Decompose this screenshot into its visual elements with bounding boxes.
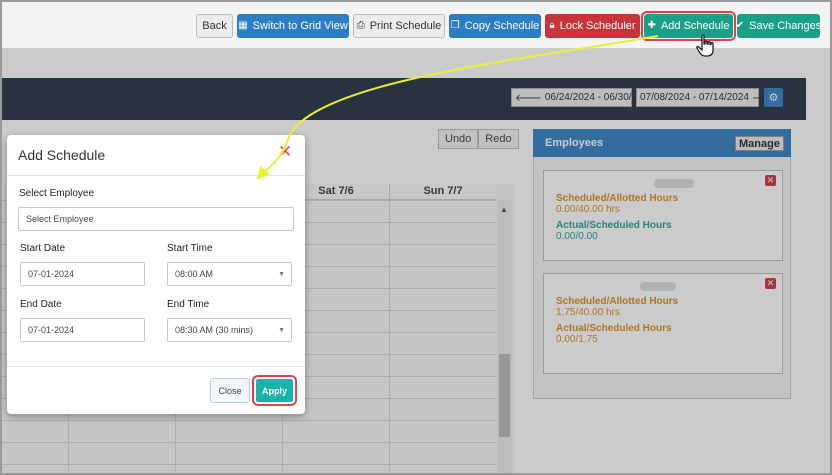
app-frame: Back ▦ Switch to Grid View ⎙ Print Schedul… (0, 0, 832, 475)
hand-cursor-icon (696, 34, 714, 57)
annotation-arrow (257, 35, 659, 180)
